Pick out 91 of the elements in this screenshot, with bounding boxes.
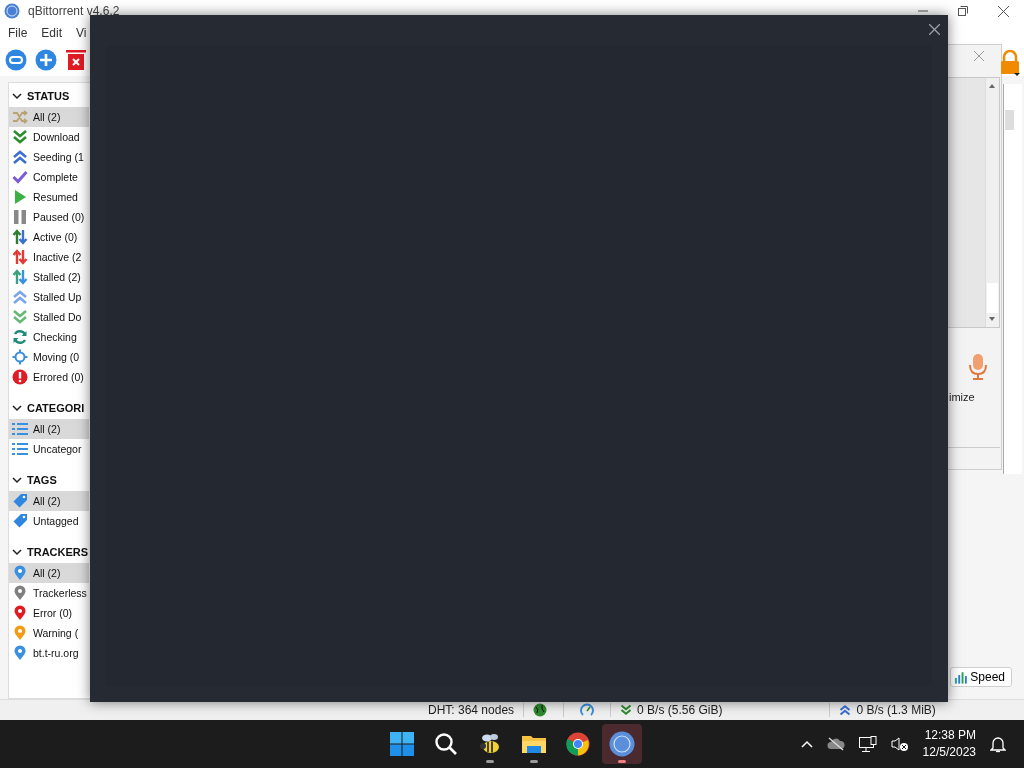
pin-icon bbox=[12, 565, 28, 581]
shuffle-icon bbox=[12, 109, 28, 125]
menu-item[interactable]: Vi bbox=[76, 26, 87, 40]
menu-item[interactable]: Edit bbox=[41, 26, 63, 40]
chevron-up-icon[interactable] bbox=[800, 740, 813, 748]
trash-icon[interactable] bbox=[65, 49, 87, 71]
filter-item[interactable]: Trackerless bbox=[9, 583, 89, 603]
filter-item[interactable]: Seeding (1 bbox=[9, 147, 89, 167]
filter-item[interactable]: bt.t-ru.org bbox=[9, 643, 89, 663]
filter-item[interactable]: Inactive (2 bbox=[9, 247, 89, 267]
filter-item[interactable]: Complete bbox=[9, 167, 89, 187]
app-logo-icon bbox=[4, 3, 20, 19]
filter-item[interactable]: Stalled (2) bbox=[9, 267, 89, 287]
filter-item[interactable]: Moving (0 bbox=[9, 347, 89, 367]
chevron-icon bbox=[12, 91, 22, 101]
double-chevron-down-icon bbox=[620, 704, 633, 716]
checkmark-icon bbox=[12, 169, 28, 185]
link-icon[interactable] bbox=[5, 49, 27, 71]
up-down-arrows-icon bbox=[12, 269, 28, 285]
double-chevron-down-icon bbox=[12, 129, 28, 145]
up-down-arrows-icon bbox=[12, 229, 28, 245]
restore-icon[interactable] bbox=[958, 5, 968, 16]
windows-logo-icon bbox=[390, 732, 414, 756]
double-chevron-up-icon bbox=[839, 704, 852, 716]
close-icon[interactable] bbox=[929, 24, 940, 35]
app-logo-icon bbox=[609, 731, 635, 757]
gauge-icon bbox=[580, 703, 595, 717]
pause-icon bbox=[12, 209, 28, 225]
speed-button[interactable]: Speed bbox=[950, 667, 1012, 687]
cloud-off-icon[interactable] bbox=[826, 737, 845, 751]
list-icon bbox=[12, 441, 28, 457]
pin-icon bbox=[12, 585, 28, 601]
filter-item[interactable]: Checking bbox=[9, 327, 89, 347]
filter-item[interactable]: Resumed bbox=[9, 187, 89, 207]
bell-icon[interactable] bbox=[990, 735, 1006, 753]
speaker-muted-icon[interactable] bbox=[890, 736, 909, 752]
filter-item[interactable]: Stalled Do bbox=[9, 307, 89, 327]
double-chevron-up-icon bbox=[12, 289, 28, 305]
play-icon bbox=[12, 189, 28, 205]
section-header[interactable]: TAGS bbox=[9, 469, 159, 491]
error-icon bbox=[12, 369, 28, 385]
filter-item[interactable]: Stalled Up bbox=[9, 287, 89, 307]
double-chevron-down-icon bbox=[12, 309, 28, 325]
section-header[interactable]: STATUS bbox=[9, 85, 159, 107]
section-header[interactable]: TRACKERS bbox=[9, 541, 159, 563]
filter-item[interactable]: Active (0) bbox=[9, 227, 89, 247]
taskbar-app[interactable] bbox=[602, 724, 642, 764]
window-title: qBittorrent v4.6.2 bbox=[28, 4, 120, 18]
crosshair-icon bbox=[12, 349, 28, 365]
clock-time[interactable]: 12:38 PM bbox=[924, 727, 976, 744]
list-icon bbox=[12, 421, 28, 437]
double-chevron-up-icon bbox=[12, 149, 28, 165]
menu-item[interactable]: File bbox=[8, 26, 28, 40]
dht-status: DHT: 364 nodes bbox=[428, 703, 515, 717]
search-icon bbox=[434, 732, 458, 756]
upload-speed: 0 B/s (1.3 MiB) bbox=[856, 703, 936, 717]
download-speed: 0 B/s (5.56 GiB) bbox=[637, 703, 723, 717]
network-icon[interactable] bbox=[858, 735, 877, 753]
chevron-icon bbox=[12, 475, 22, 485]
section-header[interactable]: CATEGORI bbox=[9, 397, 159, 419]
filter-item[interactable]: Uncategor bbox=[9, 439, 89, 459]
up-down-arrows-icon bbox=[12, 249, 28, 265]
filter-item[interactable]: Paused (0) bbox=[9, 207, 89, 227]
pin-icon bbox=[12, 625, 28, 641]
bee-icon bbox=[478, 732, 502, 756]
browser-icon bbox=[566, 732, 590, 756]
chevron-icon bbox=[12, 547, 22, 557]
tag-icon bbox=[12, 513, 28, 529]
filter-item[interactable]: All (2) bbox=[9, 107, 89, 127]
filter-item[interactable]: Error (0) bbox=[9, 603, 89, 623]
chevron-icon bbox=[12, 403, 22, 413]
pin-icon bbox=[12, 605, 28, 621]
scroll-thumb[interactable] bbox=[987, 283, 998, 313]
bar-chart-icon bbox=[954, 670, 968, 684]
close-icon[interactable] bbox=[998, 5, 1009, 17]
filter-item[interactable]: All (2) bbox=[9, 491, 89, 511]
pin-icon bbox=[12, 645, 28, 661]
tag-icon bbox=[12, 493, 28, 509]
filter-item[interactable]: Errored (0) bbox=[9, 367, 89, 387]
filter-item[interactable]: Untagged bbox=[9, 511, 89, 531]
filter-item[interactable]: All (2) bbox=[9, 419, 89, 439]
filter-item[interactable]: Warning ( bbox=[9, 623, 89, 643]
filter-item[interactable]: All (2) bbox=[9, 563, 89, 583]
clock-date[interactable]: 12/5/2023 bbox=[922, 744, 976, 761]
scrollbar[interactable] bbox=[985, 78, 999, 327]
microphone-icon[interactable] bbox=[968, 353, 988, 381]
add-icon[interactable] bbox=[35, 49, 57, 71]
refresh-icon bbox=[12, 329, 28, 345]
button-label[interactable]: imize bbox=[949, 391, 975, 403]
padlock-icon[interactable] bbox=[1000, 50, 1020, 76]
filter-item[interactable]: Download bbox=[9, 127, 89, 147]
